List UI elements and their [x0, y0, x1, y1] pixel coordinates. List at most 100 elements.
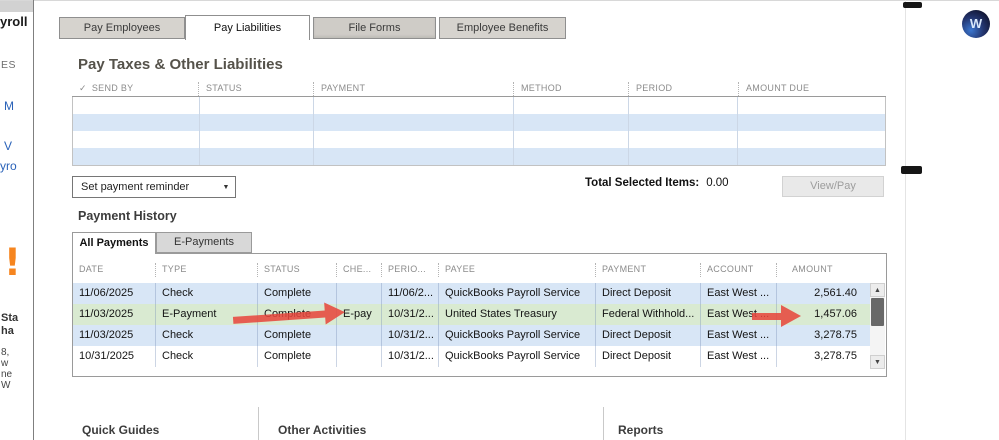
total-selected-items: Total Selected Items: 0.00: [585, 177, 729, 189]
cell-payee: QuickBooks Payroll Service: [438, 283, 595, 304]
cell-period: 10/31/2...: [381, 304, 438, 325]
set-payment-reminder-label: Set payment reminder: [81, 181, 190, 193]
liabilities-empty-row: [73, 97, 885, 114]
column-header-amount: AMOUNT: [776, 263, 870, 277]
cell-period: 10/31/2...: [381, 325, 438, 346]
cell-date: 11/03/2025: [79, 308, 134, 320]
cell-type: Check: [155, 283, 257, 304]
cell-payee: United States Treasury: [438, 304, 595, 325]
cell-date: 11/03/2025: [79, 329, 134, 341]
cell-period: 10/31/2...: [381, 346, 438, 367]
liabilities-empty-row: [73, 114, 885, 131]
table-scrollbar[interactable]: ▲ ▼: [870, 283, 885, 369]
tab-pay-employees[interactable]: Pay Employees: [59, 17, 185, 39]
footer-reports: Reports: [618, 423, 664, 437]
view-pay-button[interactable]: View/Pay: [782, 176, 884, 197]
column-header-send-by: ✓ SEND BY: [79, 83, 134, 93]
column-header-type: TYPE: [155, 263, 257, 277]
cell-payment: Direct Deposit: [595, 283, 700, 304]
left-rail-link[interactable]: M: [4, 99, 14, 113]
cell-payment: Direct Deposit: [595, 346, 700, 367]
liabilities-empty-row: [73, 148, 885, 165]
column-header-period: PERIO...: [381, 263, 438, 277]
liabilities-empty-row: [73, 131, 885, 148]
liabilities-table-header: ✓ SEND BY STATUS PAYMENT METHOD PERIOD AM…: [72, 82, 886, 97]
left-rail-text: ne: [1, 369, 13, 380]
column-header-date: DATE: [79, 264, 104, 274]
tab-file-forms[interactable]: File Forms: [313, 17, 436, 39]
cell-check-number: [336, 325, 381, 346]
footer-other-activities: Other Activities: [278, 423, 367, 437]
left-rail-link[interactable]: yro: [0, 159, 17, 173]
payroll-center-window: yroll ES M V yro ! Sta ha 8, w ne W Pay …: [0, 0, 999, 440]
scroll-down-icon[interactable]: ▼: [870, 355, 885, 369]
tab-employee-benefits[interactable]: Employee Benefits: [439, 17, 566, 39]
left-rail-link[interactable]: V: [4, 139, 12, 153]
column-header-payment: PAYMENT: [595, 263, 700, 277]
dropdown-arrow-icon: ▼: [222, 183, 230, 191]
footer-divider: [258, 407, 259, 440]
footer-divider: [603, 407, 604, 440]
cell-payment: Direct Deposit: [595, 325, 700, 346]
column-header-payee: PAYEE: [438, 263, 595, 277]
alert-exclamation-icon[interactable]: !: [4, 244, 21, 282]
column-header-period: PERIOD: [628, 82, 738, 96]
arrow-head: [781, 305, 801, 327]
liabilities-section-title: Pay Taxes & Other Liabilities: [78, 56, 283, 73]
cell-account: East West ...: [700, 346, 776, 367]
window-top-edge: [0, 0, 999, 1]
cell-payee: QuickBooks Payroll Service: [438, 346, 595, 367]
tab-e-payments[interactable]: E-Payments: [156, 232, 252, 253]
payment-row[interactable]: 10/31/2025 Check Complete 10/31/2... Qui…: [73, 346, 870, 367]
left-rail-label: ES: [1, 59, 17, 71]
redaction-mark: [901, 166, 922, 174]
left-rail-text: Sta: [1, 312, 19, 324]
cell-status: Complete: [257, 346, 336, 367]
scrollbar-thumb[interactable]: [871, 298, 884, 326]
word-badge-icon[interactable]: W: [962, 10, 990, 38]
column-header-account: ACCOUNT: [700, 263, 776, 277]
scroll-up-icon[interactable]: ▲: [870, 283, 885, 297]
column-header-payment: PAYMENT: [313, 82, 513, 96]
liabilities-table-body: [72, 97, 886, 166]
annotation-arrow-amount: [752, 304, 801, 328]
payment-row[interactable]: 11/03/2025 Check Complete 10/31/2... Qui…: [73, 325, 870, 346]
cell-payee: QuickBooks Payroll Service: [438, 325, 595, 346]
left-rail-cap: [0, 1, 33, 12]
tab-all-payments[interactable]: All Payments: [72, 232, 156, 254]
payment-history-title: Payment History: [78, 209, 177, 223]
arrow-tail: [232, 310, 328, 324]
arrow-head: [324, 301, 346, 325]
left-rail-text: 8,: [1, 347, 10, 358]
column-header-check-number: CHE...: [336, 263, 381, 277]
left-rail-text: ha: [1, 325, 14, 337]
tab-pay-liabilities[interactable]: Pay Liabilities: [185, 15, 310, 40]
column-header-status: STATUS: [198, 82, 313, 96]
cell-payment: Federal Withhold...: [595, 304, 700, 325]
left-rail-text: W: [1, 380, 11, 391]
total-selected-label: Total Selected Items:: [585, 177, 700, 189]
left-rail-payroll-tab[interactable]: yroll: [0, 14, 27, 29]
payment-history-header: DATE TYPE STATUS CHE... PERIO... PAYEE P…: [73, 254, 870, 283]
column-header-status: STATUS: [257, 263, 336, 277]
total-selected-value: 0.00: [706, 177, 729, 189]
cell-check-number: [336, 346, 381, 367]
cell-period: 11/06/2...: [381, 283, 438, 304]
cell-amount: 3,278.75: [776, 325, 870, 346]
redaction-mark: [903, 2, 922, 8]
footer-quick-guides: Quick Guides: [82, 423, 160, 437]
cell-amount: 2,561.40: [776, 283, 870, 304]
payment-row[interactable]: 11/06/2025 Check Complete 11/06/2... Qui…: [73, 283, 870, 304]
panel-right-border: [905, 0, 906, 440]
cell-type: Check: [155, 346, 257, 367]
left-rail-text: w: [1, 358, 9, 369]
panel-left-border: [33, 0, 34, 440]
cell-date: 10/31/2025: [79, 350, 135, 362]
arrow-tail: [752, 313, 783, 320]
cell-date: 11/06/2025: [79, 287, 134, 299]
payment-row-selected[interactable]: 11/03/2025 E-Payment Complete E-pay 10/3…: [73, 304, 870, 325]
cell-amount: 3,278.75: [776, 346, 870, 367]
column-header-amount-due: AMOUNT DUE: [738, 82, 886, 96]
set-payment-reminder-button[interactable]: Set payment reminder ▼: [72, 176, 236, 198]
checkmark-icon: ✓: [79, 83, 87, 93]
